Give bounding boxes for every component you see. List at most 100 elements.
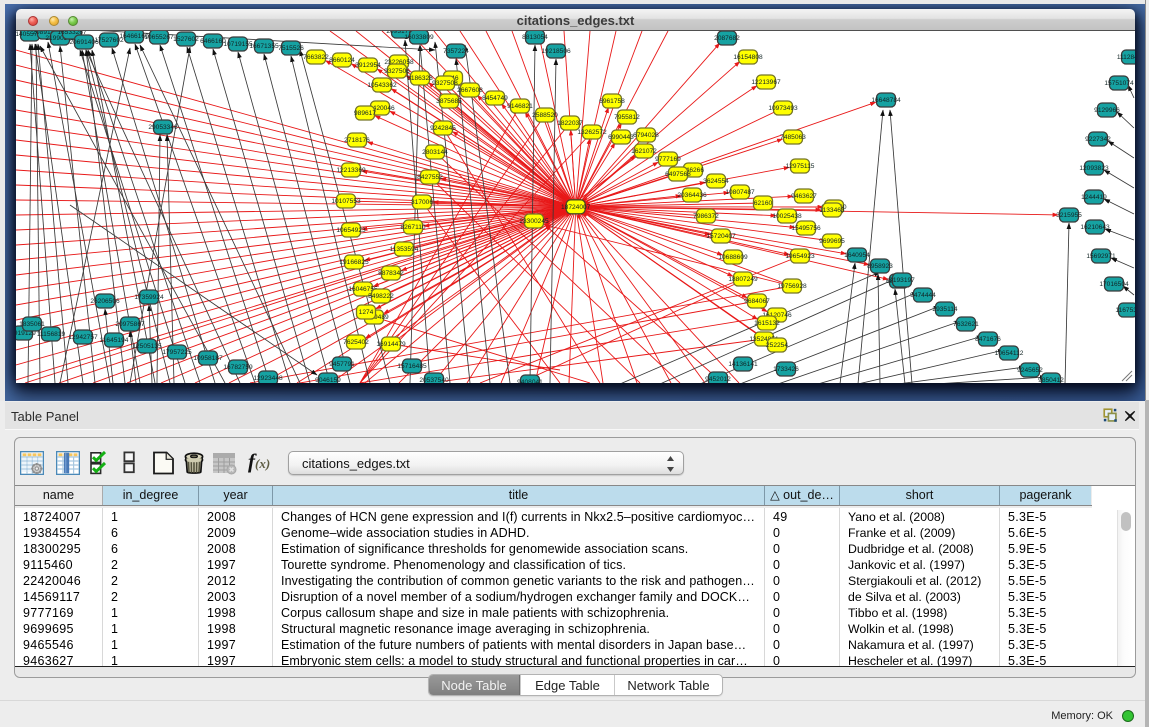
svg-text:29053346: 29053346 [148, 124, 178, 131]
svg-text:10107553: 10107553 [331, 198, 361, 205]
svg-text:1133463: 1133463 [819, 207, 845, 214]
svg-text:11353594: 11353594 [390, 246, 419, 253]
svg-text:23300245: 23300245 [519, 218, 549, 225]
svg-text:10654923: 10654923 [336, 227, 366, 234]
svg-text:19218506: 19218506 [541, 48, 571, 55]
svg-text:2718176: 2718176 [344, 137, 370, 144]
svg-text:9327508: 9327508 [432, 80, 458, 87]
svg-text:6961758: 6961758 [599, 98, 625, 105]
svg-text:20364436: 20364436 [677, 192, 707, 199]
svg-text:252254: 252254 [766, 342, 788, 349]
svg-text:18807249: 18807249 [728, 276, 758, 283]
svg-text:7357224: 7357224 [443, 48, 469, 55]
svg-text:1527602: 1527602 [173, 36, 199, 43]
svg-text:8454749: 8454749 [482, 95, 508, 102]
svg-text:8471676: 8471676 [975, 336, 1001, 343]
svg-text:9327506: 9327506 [384, 68, 410, 75]
svg-text:8878342: 8878342 [378, 270, 404, 277]
svg-text:1621072: 1621072 [631, 148, 657, 155]
svg-text:8660124: 8660124 [329, 57, 355, 64]
svg-text:15751074: 15751074 [1104, 80, 1134, 87]
svg-text:9193197: 9193197 [889, 277, 915, 284]
svg-text:3215955: 3215955 [1056, 212, 1082, 219]
svg-text:9474444: 9474444 [910, 292, 936, 299]
svg-text:18724007: 18724007 [561, 204, 591, 211]
svg-text:10688609: 10688609 [718, 254, 748, 261]
svg-text:20975867: 20975867 [115, 321, 145, 328]
svg-text:9777169: 9777169 [655, 156, 681, 163]
svg-text:12975115: 12975115 [786, 163, 815, 170]
svg-text:2935114: 2935114 [932, 306, 958, 313]
svg-text:6466160: 6466160 [200, 38, 226, 45]
svg-text:9245652: 9245652 [1017, 367, 1043, 374]
svg-text:1640954: 1640954 [844, 252, 870, 259]
svg-text:1274: 1274 [359, 309, 374, 316]
svg-text:9146821: 9146821 [507, 103, 533, 110]
svg-text:9242845: 9242845 [430, 125, 456, 132]
svg-text:1835061: 1835061 [19, 321, 45, 328]
svg-text:11128406: 11128406 [1117, 54, 1135, 61]
svg-text:10025438: 10025438 [772, 213, 802, 220]
svg-text:15495756: 15495756 [791, 225, 821, 232]
svg-text:7955812: 7955812 [614, 114, 640, 121]
svg-text:7663822: 7663822 [303, 54, 329, 61]
svg-text:1167533: 1167533 [1115, 307, 1135, 314]
svg-text:17359924: 17359924 [134, 294, 164, 301]
svg-text:15716485: 15716485 [397, 363, 427, 370]
svg-text:16210643: 16210643 [1080, 224, 1110, 231]
svg-text:12213369: 12213369 [336, 167, 366, 174]
svg-text:16671355: 16671355 [249, 43, 279, 50]
svg-text:2588520: 2588520 [532, 112, 558, 119]
svg-text:7632621: 7632621 [953, 321, 979, 328]
svg-text:14136141: 14136141 [728, 361, 758, 368]
svg-text:1822037: 1822037 [557, 120, 583, 127]
svg-text:9227342: 9227342 [1085, 136, 1111, 143]
svg-text:6794028: 6794028 [633, 132, 659, 139]
svg-text:9850412: 9850412 [1038, 377, 1064, 383]
svg-text:1244419: 1244419 [1081, 194, 1107, 201]
svg-text:8186328: 8186328 [407, 75, 433, 82]
svg-text:16648784: 16648784 [871, 97, 901, 104]
svg-text:317006: 317006 [411, 199, 433, 206]
svg-text:7485063: 7485063 [780, 134, 806, 141]
svg-text:10958187: 10958187 [193, 355, 223, 362]
svg-text:15692971: 15692971 [1086, 253, 1116, 260]
svg-text:15720407: 15720407 [706, 233, 736, 240]
svg-text:7986372: 7986372 [693, 213, 719, 220]
svg-text:8267110: 8267110 [400, 224, 426, 231]
svg-text:11645194: 11645194 [100, 337, 129, 344]
svg-text:3912954: 3912954 [355, 62, 381, 69]
svg-text:9699695: 9699695 [819, 238, 845, 245]
svg-text:26206506: 26206506 [90, 298, 120, 305]
svg-text:10807487: 10807487 [725, 189, 755, 196]
svg-text:17957225: 17957225 [162, 349, 192, 356]
svg-text:10654112: 10654112 [995, 350, 1024, 357]
svg-text:2803144: 2803144 [422, 149, 448, 156]
svg-text:10973493: 10973493 [768, 105, 798, 112]
svg-text:2667608: 2667608 [457, 87, 483, 94]
svg-text:2087682: 2087682 [714, 35, 740, 42]
svg-text:12923448: 12923448 [253, 375, 283, 382]
svg-text:62160: 62160 [754, 200, 773, 207]
svg-text:16782759: 16782759 [223, 364, 253, 371]
svg-text:16914479: 16914479 [376, 341, 406, 348]
svg-text:8958923: 8958923 [867, 263, 893, 270]
svg-text:12093823: 12093823 [1079, 165, 1109, 172]
svg-text:8813054: 8813054 [522, 34, 548, 41]
svg-text:5498222: 5498222 [368, 293, 394, 300]
svg-text:13262572: 13262572 [577, 129, 607, 136]
svg-text:9463627: 9463627 [791, 193, 817, 200]
svg-text:11156819: 11156819 [37, 331, 66, 338]
svg-text:10543362: 10543362 [367, 82, 397, 89]
svg-text:10655267: 10655267 [144, 34, 174, 41]
svg-text:3875685: 3875685 [436, 98, 462, 105]
svg-text:9046159: 9046159 [315, 377, 341, 383]
svg-text:19654923: 19654923 [785, 253, 815, 260]
svg-text:989617: 989617 [354, 110, 376, 117]
svg-text:6497568: 6497568 [665, 171, 691, 178]
svg-text:19166825: 19166825 [339, 259, 369, 266]
svg-text:6990443: 6990443 [608, 134, 634, 141]
svg-text:3624554: 3624554 [703, 178, 729, 185]
svg-text:12942757: 12942757 [68, 334, 98, 341]
svg-text:12505135: 12505135 [132, 343, 162, 350]
